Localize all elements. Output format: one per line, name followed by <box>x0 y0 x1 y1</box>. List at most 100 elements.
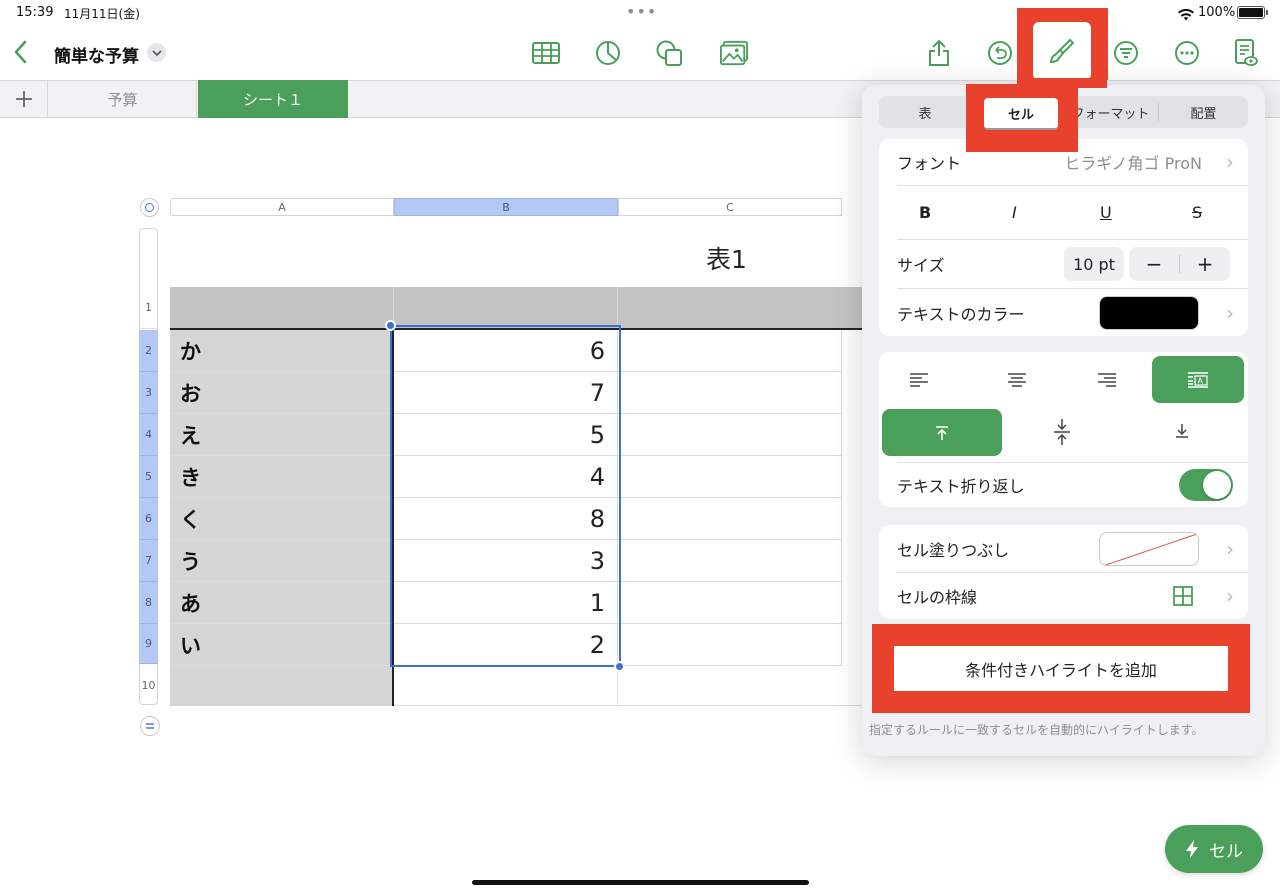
header-cell[interactable] <box>170 287 394 329</box>
align-center-icon[interactable] <box>1007 372 1027 392</box>
shape-icon[interactable] <box>655 39 683 67</box>
chevron-right-icon: › <box>1226 300 1234 325</box>
underline-button[interactable]: U <box>1100 203 1112 222</box>
increase-size-button[interactable]: + <box>1180 247 1230 281</box>
text-color-swatch[interactable] <box>1099 296 1199 330</box>
footer-cell[interactable] <box>618 666 862 706</box>
table-cell[interactable]: か <box>170 330 394 372</box>
no-fill-swatch[interactable] <box>1099 532 1199 566</box>
table-cell[interactable]: き <box>170 456 394 498</box>
table-cell[interactable] <box>618 456 842 498</box>
multitasking-dots[interactable]: ••• <box>626 2 657 21</box>
valign-middle-icon[interactable] <box>1053 418 1071 450</box>
more-icon[interactable] <box>1173 39 1201 67</box>
undo-icon[interactable] <box>986 39 1014 67</box>
row-header[interactable]: 2 <box>139 330 158 372</box>
fill-border-group: セル塗りつぶし › セルの枠線 › <box>879 525 1248 619</box>
table-title[interactable]: 表1 <box>706 240 747 276</box>
sheet-tab-yosan[interactable]: 予算 <box>49 80 197 118</box>
cell-fill-row[interactable]: セル塗りつぶし › <box>879 525 1248 572</box>
chart-icon[interactable] <box>594 39 622 67</box>
decrease-size-button[interactable]: − <box>1129 247 1179 281</box>
status-date: 11月11日(金) <box>64 7 140 21</box>
add-row-handle[interactable] <box>140 716 160 736</box>
cell-actions-label: セル <box>1209 841 1243 862</box>
table-cell[interactable]: お <box>170 372 394 414</box>
cell-border-row[interactable]: セルの枠線 › <box>879 573 1248 619</box>
chevron-right-icon: › <box>1226 584 1234 608</box>
row-header[interactable]: 7 <box>139 540 158 582</box>
header-cell[interactable] <box>394 287 618 329</box>
italic-button[interactable]: I <box>1012 203 1017 222</box>
organize-icon[interactable] <box>1112 39 1140 67</box>
cell-actions-button[interactable]: セル <box>1165 825 1263 873</box>
align-left-icon[interactable] <box>909 372 929 392</box>
home-indicator[interactable] <box>472 880 809 885</box>
valign-top-button[interactable] <box>882 409 1002 456</box>
row-header[interactable]: 9 <box>139 624 158 664</box>
column-header-a[interactable]: A <box>170 198 394 216</box>
row-header[interactable]: 5 <box>139 456 158 498</box>
chevron-right-icon: › <box>1226 150 1234 174</box>
row-header[interactable]: 10 <box>139 666 158 704</box>
row-header[interactable]: 8 <box>139 582 158 624</box>
sheet-tab-sheet1[interactable]: シート１ <box>198 80 348 118</box>
header-cell[interactable] <box>618 287 862 329</box>
table-cell[interactable]: い <box>170 624 394 666</box>
alignment-group: A テキスト折り返し <box>879 352 1248 507</box>
size-value[interactable]: 10 pt <box>1064 247 1124 281</box>
row-header[interactable]: 1 <box>139 287 158 329</box>
table-cell[interactable] <box>618 330 842 372</box>
tab-arrange[interactable]: 配置 <box>1158 103 1248 122</box>
share-icon[interactable] <box>925 39 953 67</box>
wrap-text-toggle[interactable] <box>1179 469 1233 501</box>
table-cell[interactable] <box>618 498 842 540</box>
selection-handle-bottom[interactable] <box>614 661 625 672</box>
font-group: フォント ヒラギノ角ゴ ProN › B I U S サイズ 10 pt − +… <box>879 139 1248 336</box>
row-header[interactable]: 4 <box>139 414 158 456</box>
valign-bottom-icon[interactable] <box>1174 423 1190 443</box>
table-cell[interactable]: く <box>170 498 394 540</box>
table-cell[interactable]: あ <box>170 582 394 624</box>
table-cell[interactable] <box>618 372 842 414</box>
selection-handle-top[interactable] <box>385 320 396 331</box>
format-brush-icon[interactable] <box>1033 22 1091 80</box>
table-cell[interactable] <box>618 582 842 624</box>
footer-cell[interactable] <box>170 666 394 706</box>
footer-cell[interactable] <box>394 666 618 706</box>
table-cell[interactable]: う <box>170 540 394 582</box>
row-header[interactable]: 3 <box>139 372 158 414</box>
tab-table[interactable]: 表 <box>879 96 971 128</box>
svg-text:A: A <box>1198 376 1204 385</box>
column-header-b[interactable]: B <box>394 198 618 216</box>
table-icon[interactable] <box>532 39 560 67</box>
table-cell[interactable] <box>618 540 842 582</box>
add-conditional-highlight-button[interactable]: 条件付きハイライトを追加 <box>894 646 1228 691</box>
status-time: 15:39 <box>16 5 54 20</box>
align-auto-button[interactable]: A <box>1152 356 1244 403</box>
cell-border-label: セルの枠線 <box>897 588 978 607</box>
strikethrough-button[interactable]: S <box>1192 203 1202 222</box>
table-cell[interactable] <box>618 414 842 456</box>
document-title[interactable]: 簡単な予算 <box>54 42 139 67</box>
text-color-row[interactable]: テキストのカラー › <box>879 289 1248 336</box>
font-label: フォント <box>897 154 962 173</box>
text-style-row: B I U S <box>879 186 1248 239</box>
title-menu-chevron-icon[interactable] <box>147 43 166 62</box>
conditional-hint: 指定するルールに一致するセルを自動的にハイライトします。 <box>869 723 1204 737</box>
reader-view-icon[interactable] <box>1232 39 1260 67</box>
select-table-handle[interactable] <box>140 198 159 217</box>
table-cell[interactable] <box>618 624 842 666</box>
chevron-right-icon: › <box>1226 536 1234 561</box>
bold-button[interactable]: B <box>919 203 931 222</box>
media-icon[interactable] <box>720 39 748 67</box>
text-color-label: テキストのカラー <box>897 304 1025 324</box>
column-header-c[interactable]: C <box>618 198 842 216</box>
size-row: サイズ 10 pt − + <box>879 240 1248 288</box>
tab-cell-highlighted[interactable]: セル <box>984 98 1058 130</box>
row-header[interactable]: 6 <box>139 498 158 540</box>
align-right-icon[interactable] <box>1097 372 1117 392</box>
add-sheet-button[interactable] <box>0 80 48 118</box>
back-button[interactable] <box>8 37 34 67</box>
table-cell[interactable]: え <box>170 414 394 456</box>
